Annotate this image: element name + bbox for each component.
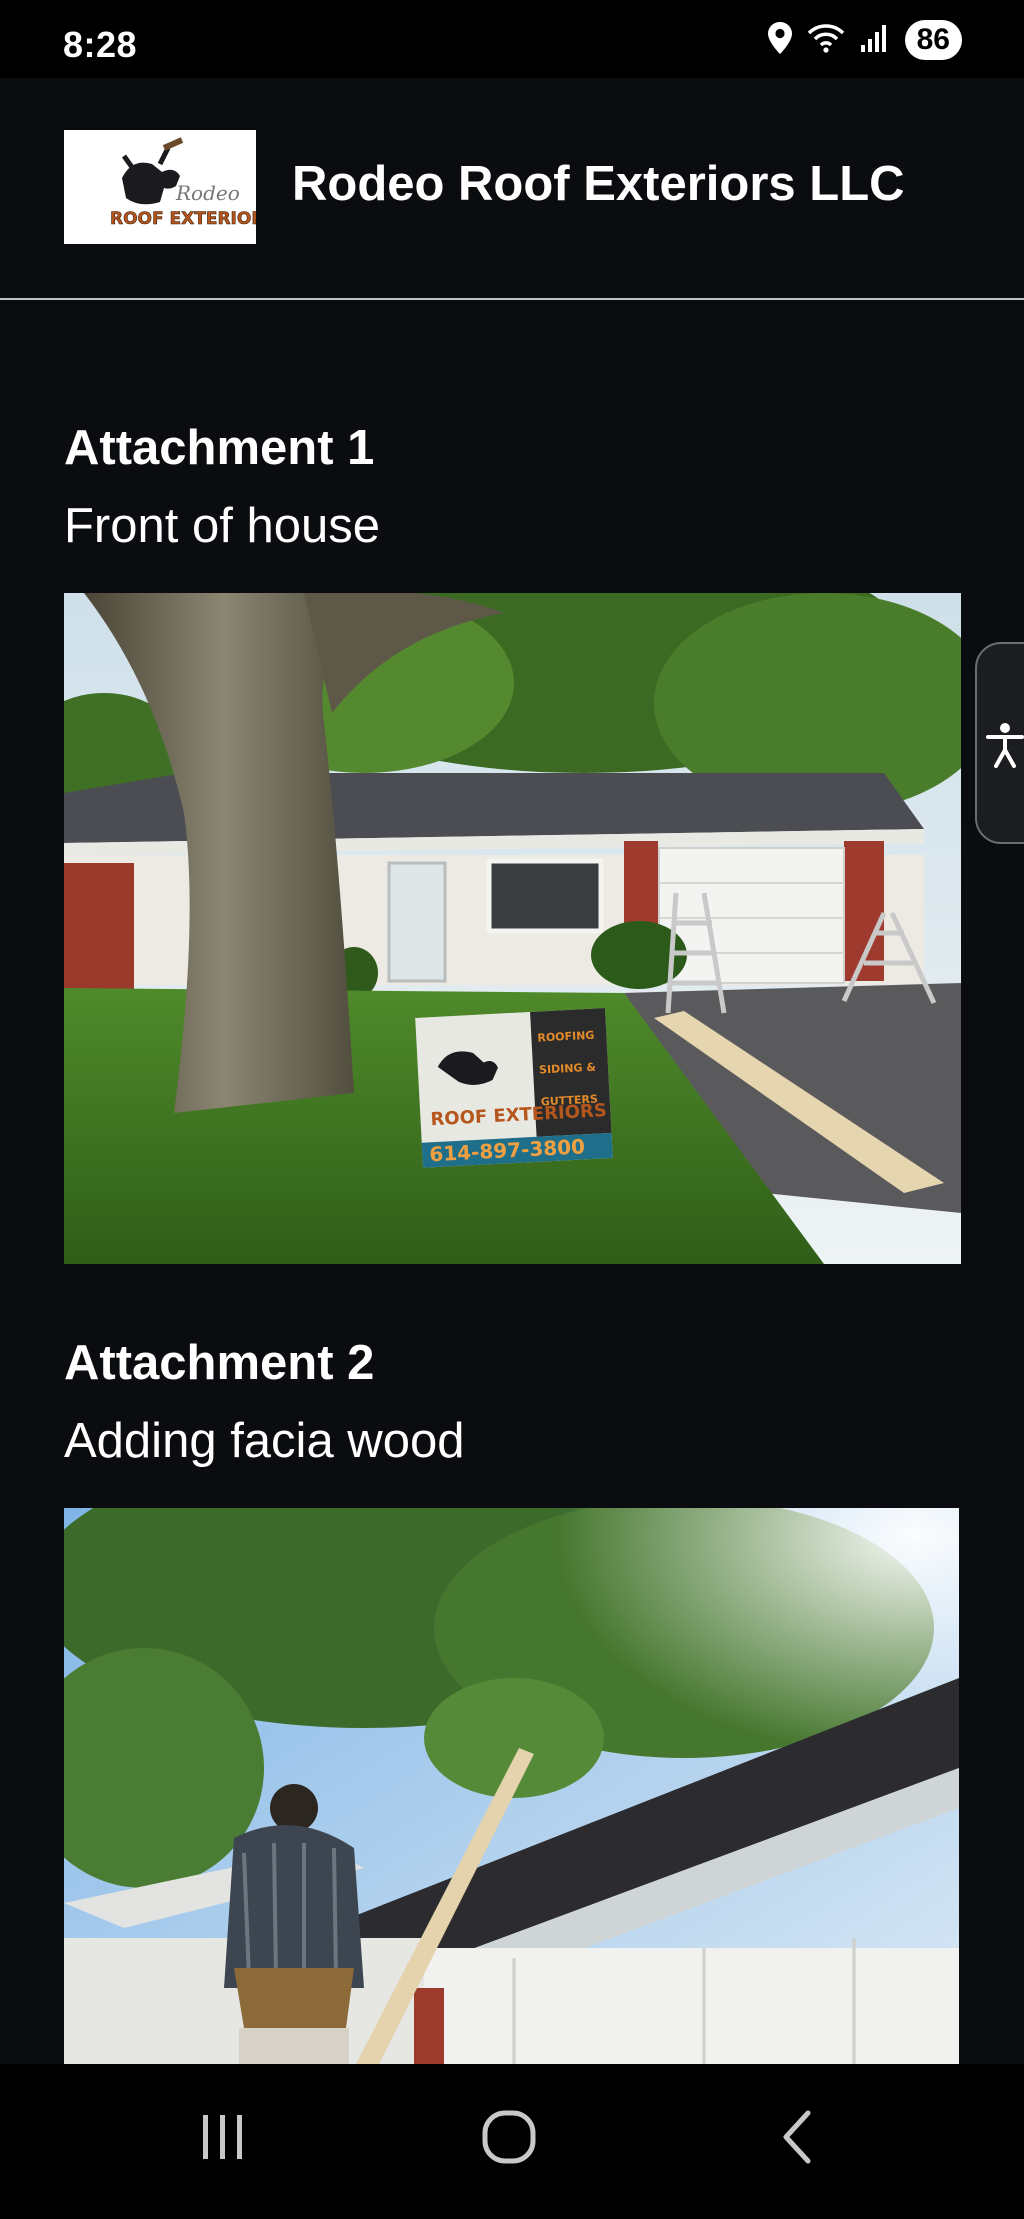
location-icon [767, 21, 793, 60]
navigation-bar [0, 2064, 1024, 2219]
signal-icon [859, 23, 891, 58]
company-logo[interactable]: Rodeo ROOF EXTERIORS [64, 130, 256, 244]
recent-apps-button[interactable] [168, 2104, 278, 2174]
site-title: Rodeo Roof Exteriors LLC [292, 157, 905, 211]
attachment-1-caption: Front of house [64, 499, 380, 553]
wifi-icon [807, 23, 845, 58]
attachment-2-photo[interactable] [64, 1508, 959, 2064]
accessibility-button[interactable] [975, 642, 1024, 844]
app-header: Rodeo ROOF EXTERIORS Rodeo Roof Exterior… [0, 78, 1024, 300]
attachment-2-caption: Adding facia wood [64, 1414, 465, 1468]
svg-text:Rodeo: Rodeo [175, 181, 240, 205]
back-icon [772, 2107, 822, 2172]
back-button[interactable] [742, 2104, 852, 2174]
accessibility-icon [985, 722, 1024, 773]
battery-icon: 86 [904, 20, 962, 60]
status-icons: 86 [767, 20, 962, 60]
status-time: 8:28 [63, 24, 138, 65]
recent-apps-icon [195, 2109, 251, 2170]
attachment-1-photo[interactable]: ROOF EXTERIORS ROOFING SIDING & GUTTERS … [64, 593, 961, 1264]
home-icon [479, 2107, 539, 2172]
attachment-2-heading: Attachment 2 [64, 1336, 375, 1390]
svg-text:ROOF EXTERIORS: ROOF EXTERIORS [110, 209, 256, 229]
status-bar: 8:28 86 [0, 0, 1024, 78]
attachment-1-heading: Attachment 1 [64, 421, 375, 475]
home-button[interactable] [454, 2104, 564, 2174]
